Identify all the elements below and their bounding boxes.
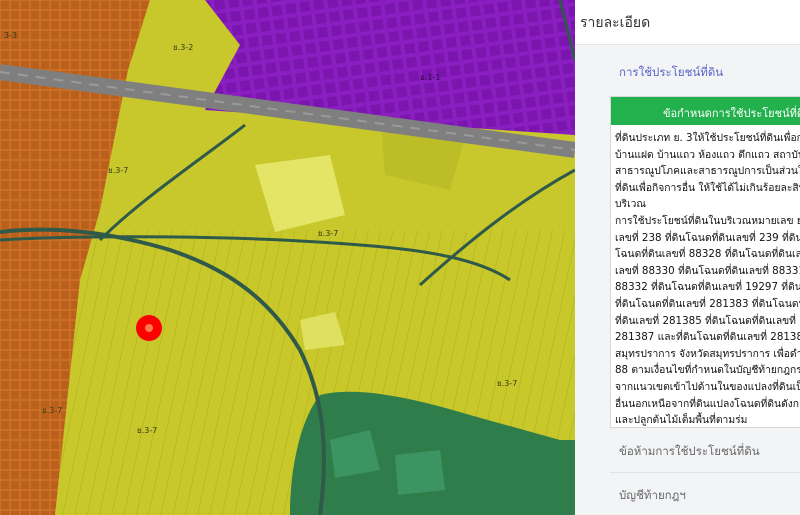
zoning-map[interactable]: ย.3-2 ย.3-7 ย.3-7 ย.3-7 ย.3-7 ย.3-7 อ.1-… — [0, 0, 575, 515]
zone-label[interactable]: อ.1-1 — [420, 73, 440, 82]
regulation-line: ที่ดินโฉนดที่ดินเลขที่ 281383 ที่ดินโฉนด… — [615, 297, 800, 310]
regulation-line: 88 ตามเงื่อนไขที่กำหนดในบัญชีท้ายกฎกระทร… — [615, 364, 800, 377]
section-annex[interactable]: บัญชีท้ายกฎฯ — [575, 473, 800, 515]
regulation-line: จากแนวเขตเข้าไปด้านในของแปลงที่ดินเป็นระ… — [615, 380, 800, 393]
section-landuse[interactable]: การใช้ประโยชน์ที่ดิน — [575, 48, 800, 94]
location-marker[interactable] — [136, 315, 162, 341]
section-prohibit[interactable]: ข้อห้ามการใช้ประโยชน์ที่ดิน — [575, 428, 800, 472]
regulation-line: และปลูกต้นไม้เต็มพื้นที่ตามร่ม — [615, 414, 748, 427]
regulation-text: ที่ดินประเภท ย. 3ให้ใช้ประโยชน์ที่ดินเพื… — [615, 130, 800, 445]
zone-label[interactable]: ย.3-7 — [497, 379, 517, 388]
regulation-line: อื่นนอกเหนือจากที่ดินแปลงโฉนดที่ดินดังกล… — [615, 397, 800, 410]
zone-label[interactable]: ย.3-7 — [42, 406, 62, 415]
regulation-card: ข้อกำหนดการใช้ประโยชน์ที่ดิน ที่ดินประเภ… — [610, 96, 800, 443]
regulation-line: บ้านแฝด บ้านแถว ห้องแถว ตึกแถว สถาบันราช… — [615, 148, 800, 161]
zone-label[interactable]: ย.3-7 — [137, 426, 157, 435]
card-header-label: ข้อกำหนดการใช้ประโยชน์ที่ดิน — [663, 107, 800, 120]
zone-label[interactable]: ย.3-2 — [173, 43, 193, 52]
regulation-line: เลขที่ 88330 ที่ดินโฉนดที่ดินเลขที่ 8833… — [615, 264, 800, 277]
section-annex-label: บัญชีท้ายกฎฯ — [619, 488, 686, 502]
map-canvas[interactable]: ย.3-2 ย.3-7 ย.3-7 ย.3-7 ย.3-7 ย.3-7 อ.1-… — [0, 0, 575, 515]
detail-panel: i รายละเอียด การใช้ประโยชน์ที่ดิน ข้อกำห… — [575, 0, 800, 515]
regulation-line: ที่ดินประเภท ย. 3ให้ใช้ประโยชน์ที่ดินเพื… — [615, 132, 800, 144]
zone-label[interactable]: ย.3-7 — [108, 166, 128, 175]
regulation-line: การใช้ประโยชน์ที่ดินในบริเวณหมายเลข ย.3-… — [615, 214, 800, 227]
regulation-line: โฉนดที่ดินเลขที่ 88328 ที่ดินโฉนดที่ดินเ… — [615, 248, 800, 261]
pond — [395, 450, 445, 495]
regulation-line: 88332 ที่ดินโฉนดที่ดินเลขที่ 19297 ที่ดิ… — [615, 281, 800, 294]
panel-title: รายละเอียด — [580, 15, 651, 31]
card-header: ข้อกำหนดการใช้ประโยชน์ที่ดิน — [611, 97, 800, 125]
section-landuse-label: การใช้ประโยชน์ที่ดิน — [619, 65, 724, 79]
regulation-line: เลขที่ 238 ที่ดินโฉนดที่ดินเลขที่ 239 ที… — [615, 231, 800, 244]
regulation-line: สาธารณูปโภคและสาธารณูปการเป็นส่วนใหญ่ — [615, 165, 800, 178]
regulation-line: บริเวณ — [615, 198, 646, 211]
regulation-line: 281387 และที่ดินโฉนดที่ดินเลขที่ 281388 … — [615, 331, 800, 344]
panel-header: i รายละเอียด — [575, 0, 800, 45]
zone-label[interactable]: ย.3-7 — [318, 229, 338, 238]
regulation-line: ที่ดินเพื่อกิจการอื่น ให้ใช้ได้ไม่เกินร้… — [615, 181, 800, 194]
section-prohibit-label: ข้อห้ามการใช้ประโยชน์ที่ดิน — [619, 444, 760, 458]
regulation-line: สมุทรปราการ จังหวัดสมุทรปราการ เพื่อดำเน… — [615, 347, 800, 360]
regulation-line: ที่ดินเลขที่ 281385 ที่ดินโฉนดที่ดินเลขท… — [615, 314, 800, 327]
zone-label[interactable]: 3-3 — [4, 31, 17, 40]
